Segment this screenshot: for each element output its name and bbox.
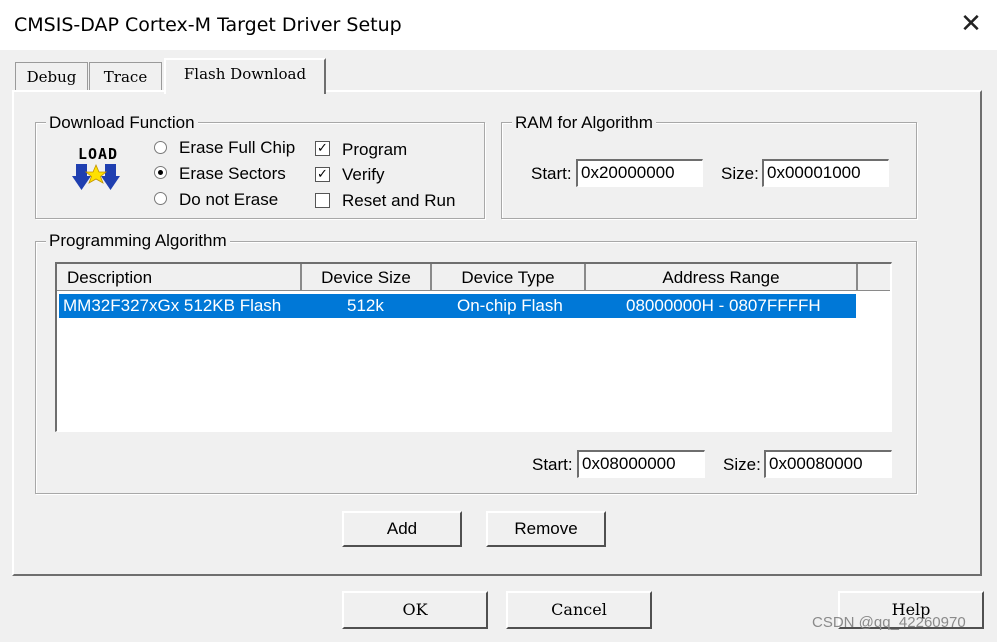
do-not-erase-radio[interactable]	[154, 192, 167, 205]
watermark-text: CSDN @qq_42260970	[812, 614, 966, 631]
remove-button[interactable]: Remove	[486, 511, 606, 547]
ram-size-label: Size:	[721, 164, 759, 183]
ram-for-algorithm-legend: RAM for Algorithm	[512, 113, 656, 133]
program-label: Program	[342, 140, 408, 159]
column-header-filler	[858, 264, 890, 291]
ram-start-label: Start:	[531, 164, 572, 183]
algorithm-size-label: Size:	[723, 455, 761, 474]
row-description: MM32F327xGx 512KB Flash	[63, 296, 282, 315]
load-icon-text: LOAD	[77, 145, 119, 163]
cancel-button[interactable]: Cancel	[506, 591, 652, 629]
ram-start-input[interactable]: 0x20000000	[576, 159, 703, 187]
column-header-device-size[interactable]: Device Size	[302, 264, 432, 291]
row-address-range: 08000000H - 0807FFFFH	[626, 296, 821, 315]
algorithm-start-label: Start:	[532, 455, 573, 474]
programming-algorithm-legend: Programming Algorithm	[46, 231, 230, 251]
erase-sectors-label: Erase Sectors	[179, 164, 286, 183]
tab-trace[interactable]: Trace	[89, 62, 162, 91]
window-title: CMSIS-DAP Cortex-M Target Driver Setup	[14, 14, 402, 36]
add-button[interactable]: Add	[342, 511, 462, 547]
reset-and-run-label: Reset and Run	[342, 191, 456, 210]
row-device-type: On-chip Flash	[457, 296, 563, 315]
erase-sectors-radio[interactable]	[154, 166, 167, 179]
load-icon: LOAD	[72, 146, 124, 194]
reset-and-run-checkbox[interactable]	[315, 193, 330, 208]
radio-selected-dot	[158, 170, 163, 175]
column-header-address-range[interactable]: Address Range	[586, 264, 858, 291]
erase-full-chip-radio[interactable]	[154, 141, 167, 154]
close-icon[interactable]: ✕	[956, 8, 986, 40]
tab-flash-download[interactable]: Flash Download	[164, 58, 326, 94]
algorithm-size-input[interactable]: 0x00080000	[764, 450, 892, 478]
verify-checkbox[interactable]: ✓	[315, 167, 330, 182]
column-header-description[interactable]: Description	[57, 264, 302, 291]
ok-button[interactable]: OK	[342, 591, 488, 629]
column-header-device-type[interactable]: Device Type	[432, 264, 586, 291]
row-device-size: 512k	[347, 296, 384, 315]
ram-size-input[interactable]: 0x00001000	[762, 159, 889, 187]
erase-full-chip-label: Erase Full Chip	[179, 138, 296, 157]
download-arrows-icon	[72, 163, 120, 190]
do-not-erase-label: Do not Erase	[179, 190, 279, 209]
verify-label: Verify	[342, 165, 385, 184]
algorithm-start-input[interactable]: 0x08000000	[577, 450, 705, 478]
download-function-legend: Download Function	[46, 113, 198, 133]
program-checkbox[interactable]: ✓	[315, 141, 330, 156]
tab-debug[interactable]: Debug	[15, 62, 88, 91]
